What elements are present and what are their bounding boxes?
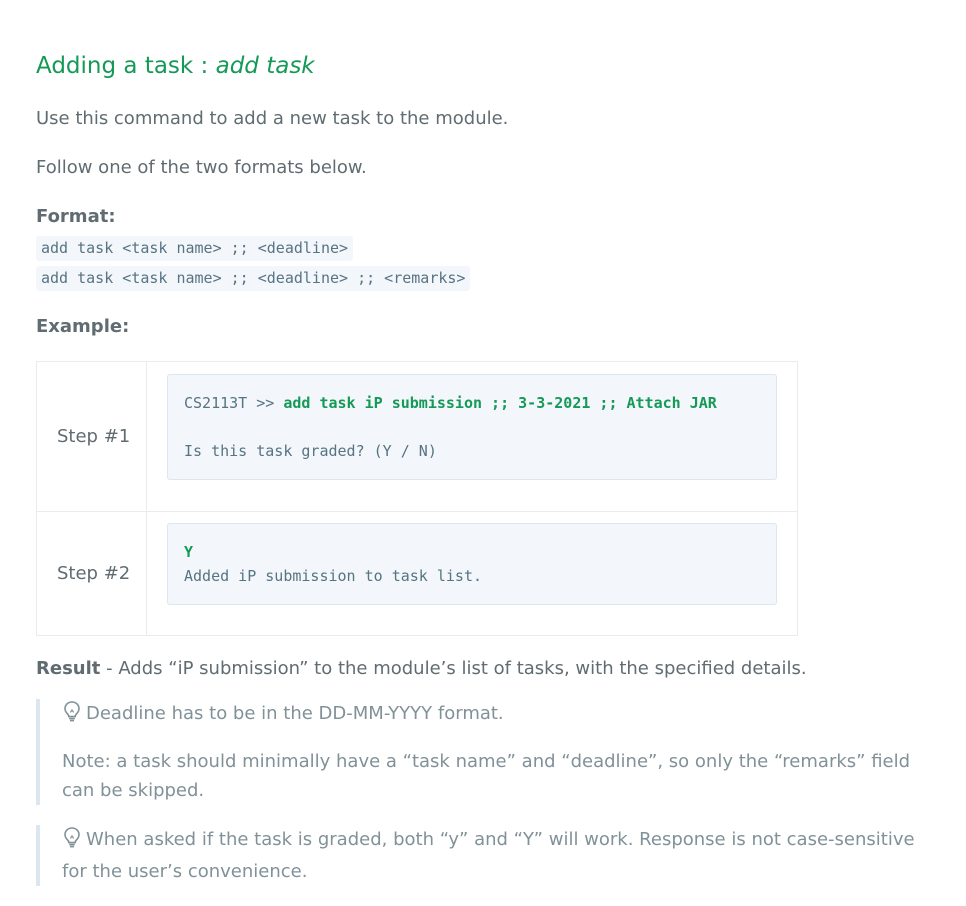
- cli-output: Added iP submission to task list.: [184, 566, 483, 585]
- result-description: - Adds “iP submission” to the module’s l…: [100, 658, 807, 679]
- step-label: Step #2: [36, 511, 147, 636]
- code-block: CS2113T >> add task iP submission ;; 3-3…: [167, 373, 777, 480]
- formats-intro-text: Follow one of the two formats below.: [36, 157, 367, 178]
- result-label: Result: [36, 658, 101, 679]
- code-block: Y Added iP submission to task list.: [167, 522, 777, 605]
- cli-output: Is this task graded? (Y / N): [184, 441, 437, 460]
- cli-prompt: CS2113T >>: [184, 393, 284, 412]
- table-row: Step #1 CS2113T >> add task iP submissio…: [36, 361, 798, 512]
- note-paragraph: Deadline has to be in the DD-MM-YYYY for…: [62, 699, 916, 731]
- note-text: When asked if the task is graded, both “…: [62, 829, 915, 882]
- step-content: Y Added iP submission to task list.: [146, 511, 798, 636]
- note-paragraph: Note: a task should minimally have a “ta…: [62, 751, 911, 801]
- cli-command: Y: [184, 542, 194, 561]
- lightbulb-icon: [62, 826, 82, 857]
- lightbulb-icon: [62, 700, 82, 731]
- example-label: Example:: [36, 316, 130, 337]
- page-content: Adding a task : add task Use this comman…: [36, 50, 916, 906]
- step-content: CS2113T >> add task iP submission ;; 3-3…: [146, 361, 798, 512]
- note-block: Deadline has to be in the DD-MM-YYYY for…: [36, 699, 916, 805]
- format-code-1: add task <task name> ;; <deadline>: [36, 236, 354, 261]
- example-steps-table: Step #1 CS2113T >> add task iP submissio…: [36, 361, 798, 636]
- section-heading: Adding a task : add task: [36, 50, 916, 82]
- result-text: Result - Adds “iP submission” to the mod…: [36, 656, 916, 681]
- note-text: Deadline has to be in the DD-MM-YYYY for…: [86, 703, 504, 724]
- format-code-2: add task <task name> ;; <deadline> ;; <r…: [36, 266, 471, 291]
- step-label: Step #1: [36, 361, 147, 512]
- heading-prefix: Adding a task :: [36, 53, 216, 79]
- heading-command: add task: [215, 53, 315, 79]
- note-block: When asked if the task is graded, both “…: [36, 825, 916, 886]
- intro-text: Use this command to add a new task to th…: [36, 108, 509, 129]
- table-row: Step #2 Y Added iP submission to task li…: [36, 511, 798, 636]
- note-paragraph: When asked if the task is graded, both “…: [62, 825, 916, 886]
- format-label: Format:: [36, 206, 116, 227]
- format-list: add task <task name> ;; <deadline> add t…: [36, 236, 916, 296]
- cli-command: add task iP submission ;; 3-3-2021 ;; At…: [283, 393, 717, 412]
